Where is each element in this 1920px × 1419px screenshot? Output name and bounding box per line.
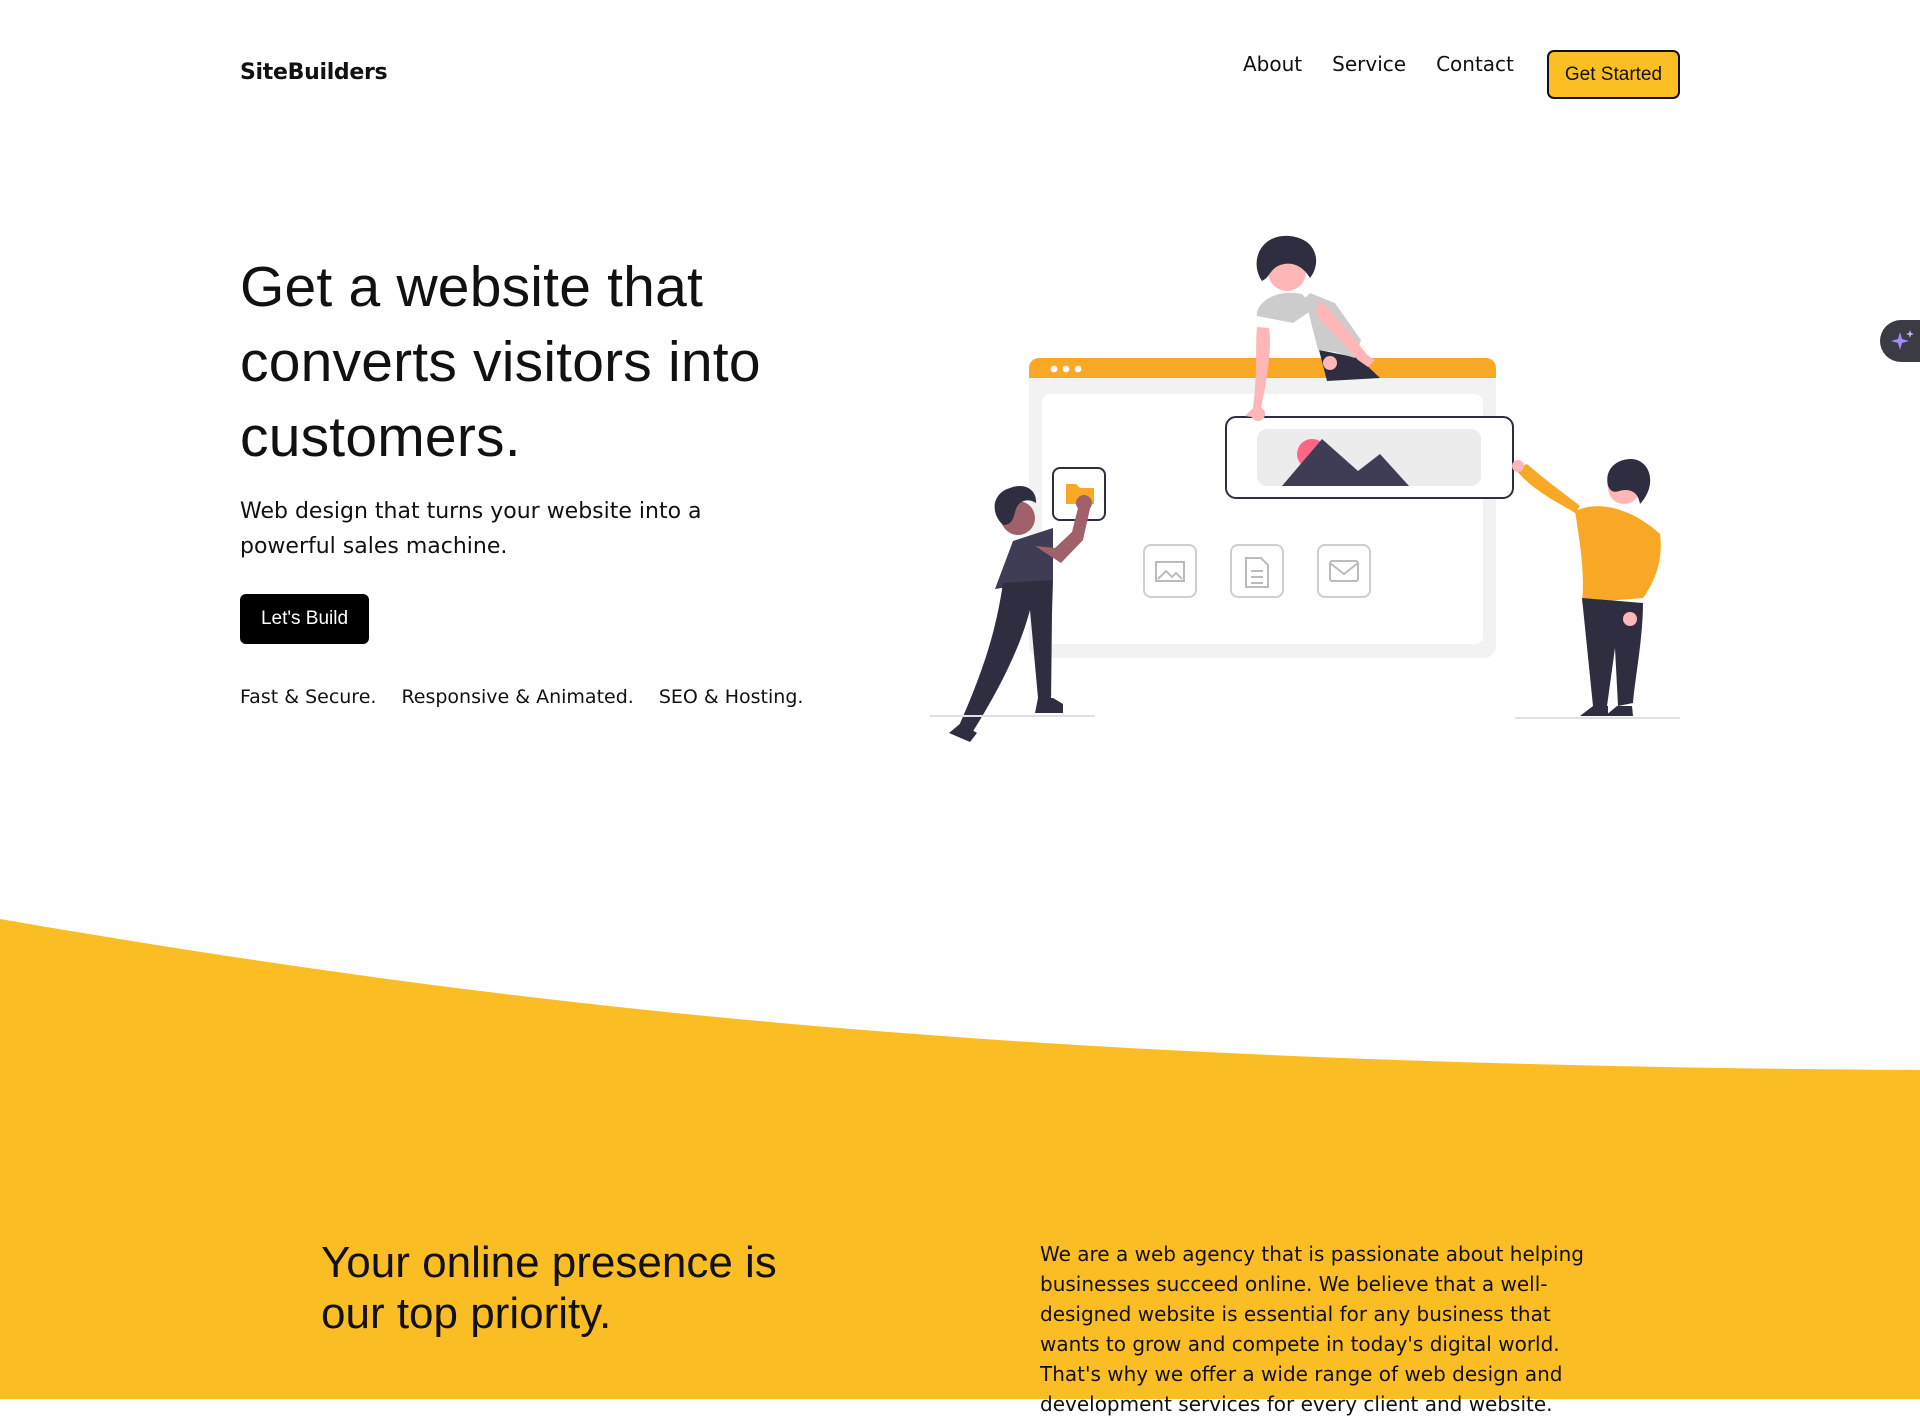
get-started-button[interactable]: Get Started xyxy=(1547,50,1680,99)
lets-build-button[interactable]: Let's Build xyxy=(240,594,369,644)
site-logo[interactable]: SiteBuilders xyxy=(240,60,388,85)
about-heading: Your online presence is our top priority… xyxy=(321,1238,777,1338)
sparkles-icon xyxy=(1891,330,1914,350)
man-figure-right xyxy=(1512,459,1680,719)
assistant-widget-button[interactable] xyxy=(1880,320,1920,362)
nav-about[interactable]: About xyxy=(1243,52,1302,76)
document-icon xyxy=(1230,544,1284,598)
nav-service[interactable]: Service xyxy=(1332,52,1406,76)
image-icon xyxy=(1143,544,1197,598)
about-paragraph: We are a web agency that is passionate a… xyxy=(1040,1242,1584,1416)
feature-item: Responsive & Animated. xyxy=(401,686,634,708)
mountain-image-icon xyxy=(1225,416,1514,499)
feature-item: SEO & Hosting. xyxy=(658,686,804,708)
feature-list: Fast & Secure. Responsive & Animated. SE… xyxy=(240,686,828,708)
main-nav: About Service Contact xyxy=(1243,52,1544,76)
hero-subtitle: Web design that turns your website into … xyxy=(240,499,702,559)
mail-icon xyxy=(1317,544,1371,598)
yellow-section-background xyxy=(0,919,1920,1399)
hero-illustration xyxy=(930,235,1680,742)
feature-item: Fast & Secure. xyxy=(240,686,377,708)
hero-title: Get a website that converts visitors int… xyxy=(240,255,761,469)
nav-contact[interactable]: Contact xyxy=(1436,52,1514,76)
